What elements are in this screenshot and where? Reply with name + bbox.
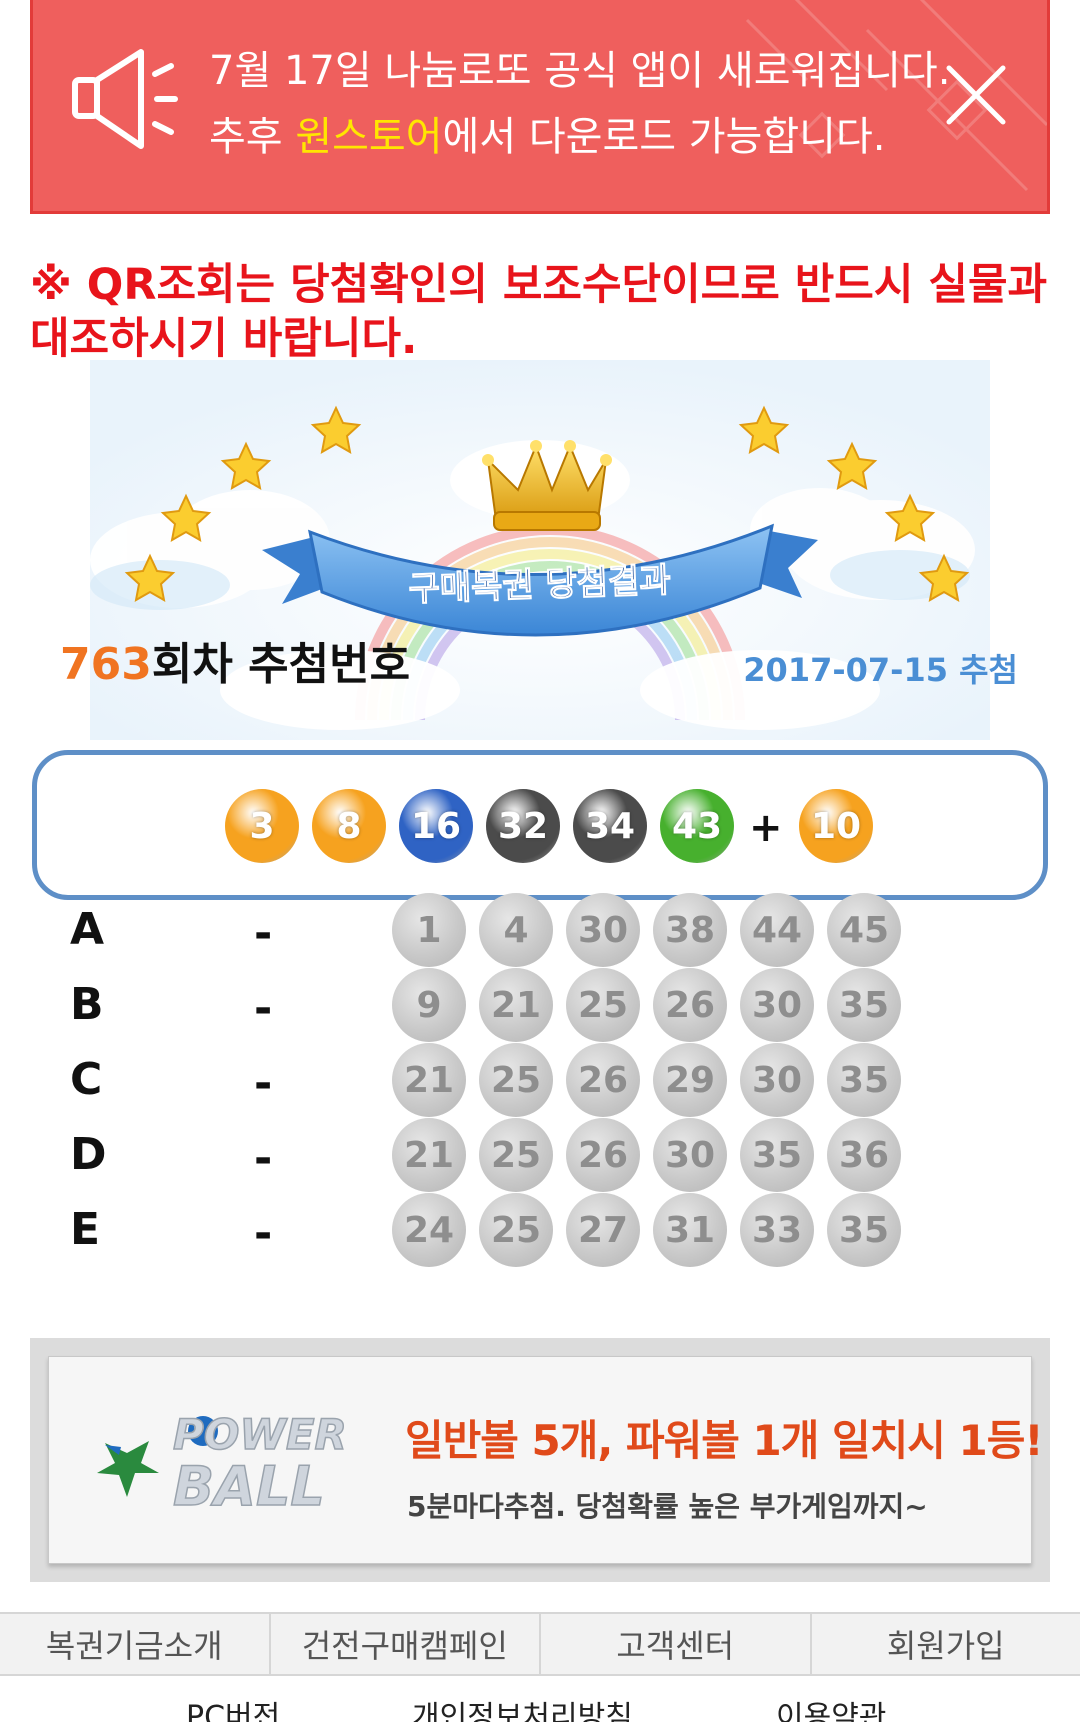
purchased-ball: 44 bbox=[740, 893, 814, 967]
bonus-plus-sign: + bbox=[749, 805, 783, 851]
powerball-logo-icon: POWER BALL bbox=[97, 1409, 345, 1519]
powerball-headline: 일반볼 5개, 파워볼 1개 일치시 1등! bbox=[405, 1416, 1044, 1465]
winning-numbers-box: 3 8 16 32 34 43 +10 bbox=[32, 750, 1048, 900]
purchased-ball: 24 bbox=[392, 1193, 466, 1267]
footer-nav-customer-center[interactable]: 고객센터 bbox=[541, 1614, 812, 1674]
purchased-ball: 38 bbox=[653, 893, 727, 967]
winning-ball: 16 bbox=[399, 789, 473, 863]
notice-line-2: 추후 원스토어에서 다운로드 가능합니다. bbox=[209, 104, 885, 162]
game-result: - bbox=[254, 908, 273, 959]
purchased-ball: 30 bbox=[566, 893, 640, 967]
powerball-ad[interactable]: POWER BALL 일반볼 5개, 파워볼 1개 일치시 1등! 5분마다추첨… bbox=[30, 1338, 1050, 1582]
purchased-ball: 29 bbox=[653, 1043, 727, 1117]
round-suffix: 회차 추첨번호 bbox=[151, 639, 411, 690]
notice-line-2-prefix: 추후 bbox=[209, 114, 296, 160]
footer-links: PC버전 개인정보처리방침 이용약관 bbox=[0, 1700, 1080, 1722]
purchased-ball: 35 bbox=[740, 1118, 814, 1192]
game-result: - bbox=[254, 1208, 273, 1259]
purchased-ball: 35 bbox=[827, 968, 901, 1042]
onestore-highlight: 원스토어 bbox=[295, 114, 443, 160]
game-label: B bbox=[70, 979, 104, 1030]
powerball-logo-line2: BALL bbox=[173, 1455, 325, 1518]
powerball-ad-card[interactable]: POWER BALL 일반볼 5개, 파워볼 1개 일치시 1등! 5분마다추첨… bbox=[48, 1356, 1044, 1564]
purchased-ball: 26 bbox=[653, 968, 727, 1042]
game-result: - bbox=[254, 1133, 273, 1184]
winning-ball: 43 bbox=[660, 789, 734, 863]
notice-banner[interactable]: 7월 17일 나눔로또 공식 앱이 새로워집니다. 추후 원스토어에서 다운로드… bbox=[30, 0, 1050, 214]
purchased-ball: 26 bbox=[566, 1118, 640, 1192]
purchased-ball: 21 bbox=[392, 1118, 466, 1192]
purchased-ball: 25 bbox=[479, 1193, 553, 1267]
purchased-ball: 30 bbox=[740, 1043, 814, 1117]
round-number: 763 bbox=[60, 639, 152, 690]
qr-warning: ※ QR조회는 당첨확인의 보조수단이므로 반드시 실물과 대조하시기 바랍니다… bbox=[30, 260, 1048, 364]
winning-ball: 32 bbox=[486, 789, 560, 863]
purchased-ball: 31 bbox=[653, 1193, 727, 1267]
draw-date: 2017-07-15 추첨 bbox=[743, 651, 1018, 689]
bonus-ball: 10 bbox=[799, 789, 873, 863]
close-icon[interactable] bbox=[943, 62, 1009, 128]
purchased-ball: 25 bbox=[566, 968, 640, 1042]
purchased-ball: 25 bbox=[479, 1043, 553, 1117]
game-label: A bbox=[70, 904, 105, 955]
footer-nav: 복권기금소개 건전구매캠페인 고객센터 회원가입 bbox=[0, 1612, 1080, 1676]
purchased-ball: 27 bbox=[566, 1193, 640, 1267]
purchased-ball: 26 bbox=[566, 1043, 640, 1117]
purchased-ball: 4 bbox=[479, 893, 553, 967]
powerball-subline: 5분마다추첨. 당첨확률 높은 부가게임까지~ bbox=[407, 1490, 928, 1523]
footer-nav-fund-intro[interactable]: 복권기금소개 bbox=[0, 1614, 271, 1674]
purchased-ball: 30 bbox=[740, 968, 814, 1042]
purchased-ball: 30 bbox=[653, 1118, 727, 1192]
purchased-ball: 21 bbox=[479, 968, 553, 1042]
winning-ball: 34 bbox=[573, 789, 647, 863]
megaphone-icon bbox=[72, 49, 178, 149]
footer-link-privacy[interactable]: 개인정보처리방침 bbox=[412, 1692, 633, 1722]
purchased-ball: 1 bbox=[392, 893, 466, 967]
purchased-ball: 9 bbox=[392, 968, 466, 1042]
footer-nav-signup[interactable]: 회원가입 bbox=[812, 1614, 1080, 1674]
round-title: 763회차 추첨번호 bbox=[60, 628, 410, 692]
purchased-ball: 21 bbox=[392, 1043, 466, 1117]
notice-line-2-suffix: 에서 다운로드 가능합니다. bbox=[442, 114, 886, 160]
purchased-ball: 36 bbox=[827, 1118, 901, 1192]
notice-line-1: 7월 17일 나눔로또 공식 앱이 새로워집니다. bbox=[209, 48, 951, 94]
footer-nav-campaign[interactable]: 건전구매캠페인 bbox=[271, 1614, 541, 1674]
winning-ball: 3 bbox=[225, 789, 299, 863]
winning-ball: 8 bbox=[312, 789, 386, 863]
game-result: - bbox=[254, 1058, 273, 1109]
powerball-logo-line1: POWER bbox=[173, 1410, 345, 1459]
purchased-ball: 33 bbox=[740, 1193, 814, 1267]
purchased-ball: 25 bbox=[479, 1118, 553, 1192]
purchased-ball: 35 bbox=[827, 1043, 901, 1117]
winning-numbers: 3 8 16 32 34 43 +10 bbox=[37, 755, 1043, 895]
purchased-ball: 35 bbox=[827, 1193, 901, 1267]
purchased-ball: 45 bbox=[827, 893, 901, 967]
footer-link-terms[interactable]: 이용약관 bbox=[776, 1692, 886, 1722]
game-label: C bbox=[70, 1054, 103, 1105]
game-result: - bbox=[254, 983, 273, 1034]
game-label: D bbox=[70, 1129, 107, 1180]
footer-link-pc-version[interactable]: PC버전 bbox=[186, 1692, 280, 1722]
game-label: E bbox=[70, 1204, 101, 1255]
